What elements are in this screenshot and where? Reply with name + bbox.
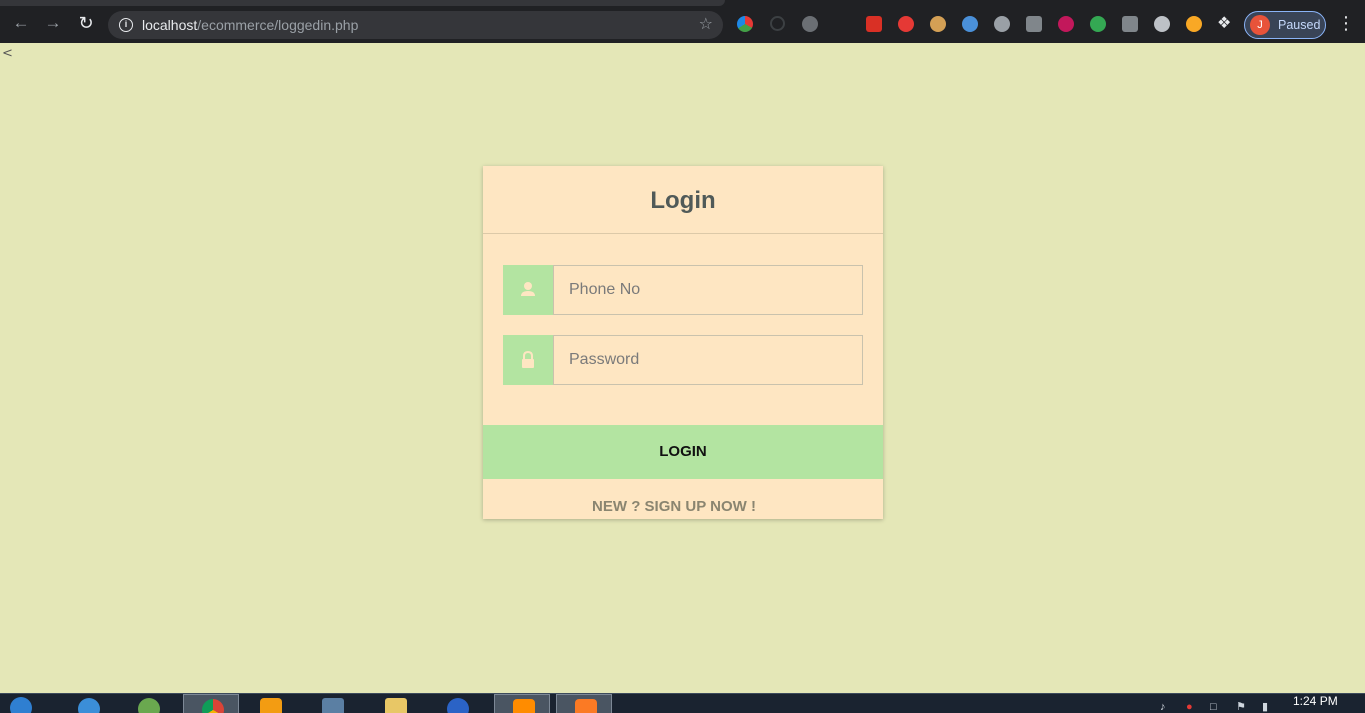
url-text[interactable]: localhost/ecommerce/loggedin.php — [142, 16, 358, 34]
gear-extension-icon[interactable] — [1154, 16, 1170, 32]
moon-c-extension-icon[interactable] — [994, 16, 1010, 32]
xampp-icon — [575, 699, 597, 713]
chrome-icon — [202, 699, 224, 713]
avatar: J — [1250, 15, 1270, 35]
url-path: /ecommerce/loggedin.php — [197, 17, 359, 33]
cookie-extension-icon[interactable] — [930, 16, 946, 32]
adblock-extension-icon[interactable] — [898, 16, 914, 32]
puzzle-icon[interactable]: ❖ — [1217, 14, 1231, 34]
user-icon — [503, 265, 554, 315]
reload-icon[interactable]: ↻ — [76, 13, 96, 33]
profile-status: Paused — [1278, 18, 1321, 32]
power-icon[interactable]: ▮ — [1262, 700, 1268, 713]
tab-strip — [0, 0, 725, 6]
stray-text: < — [2, 46, 13, 61]
video-extension-icon[interactable] — [866, 16, 882, 32]
globe-extension-icon[interactable] — [962, 16, 978, 32]
signup-link[interactable]: NEW ? SIGN UP NOW ! — [483, 497, 865, 517]
kebab-menu-icon[interactable]: ⋮ — [1337, 13, 1355, 33]
browser-toolbar: ← → ↻ i localhost/ecommerce/loggedin.php… — [0, 0, 1365, 43]
phone-field-group — [503, 265, 863, 315]
password-input[interactable] — [553, 335, 863, 385]
internet-explorer-icon[interactable] — [78, 698, 100, 713]
login-button[interactable]: LOGIN — [483, 425, 883, 479]
sublime-text-icon — [513, 699, 535, 713]
start-orb-icon[interactable] — [10, 697, 32, 713]
shield-extension-icon[interactable] — [1090, 16, 1106, 32]
page-title: Login — [483, 166, 883, 234]
yab-extension-icon[interactable] — [802, 16, 818, 32]
loading-extension-icon[interactable] — [770, 16, 785, 31]
address-bar[interactable]: i localhost/ecommerce/loggedin.php ☆ — [108, 11, 723, 39]
dark-mode-extension-icon[interactable] — [1058, 16, 1074, 32]
url-host: localhost — [142, 17, 198, 33]
star-icon[interactable]: ☆ — [699, 15, 713, 35]
back-arrow-icon[interactable]: ← — [11, 13, 31, 33]
search-app-icon[interactable] — [447, 698, 469, 713]
network-icon[interactable]: □ — [1210, 700, 1217, 713]
app-orange-icon[interactable] — [260, 698, 282, 713]
profile-button[interactable]: J Paused — [1244, 11, 1326, 39]
login-card: Login LOGIN NEW ? SIGN UP NOW ! — [483, 166, 883, 519]
taskbar-clock[interactable]: 1:24 PM — [1293, 694, 1338, 708]
info-icon[interactable]: i — [119, 18, 133, 32]
app-green-icon[interactable] — [138, 698, 160, 713]
flag-icon[interactable]: ⚑ — [1236, 700, 1246, 713]
password-field-group — [503, 335, 863, 385]
phone-input[interactable] — [553, 265, 863, 315]
volume-icon[interactable]: ♪ — [1160, 700, 1166, 713]
color-picker-extension-icon[interactable] — [737, 16, 753, 32]
taskbar-xampp[interactable] — [556, 694, 612, 713]
taskbar-chrome[interactable] — [183, 694, 239, 713]
taskbar: ♪ ● □ ⚑ ▮ 1:24 PM — [0, 693, 1365, 713]
antivirus-tray-icon[interactable]: ● — [1186, 700, 1193, 713]
taskbar-sublime[interactable] — [494, 694, 550, 713]
download-extension-icon[interactable] — [1026, 16, 1042, 32]
folder-icon[interactable] — [385, 698, 407, 713]
media-player-icon[interactable] — [322, 698, 344, 713]
lock-icon — [503, 335, 554, 385]
brave-shield-extension-icon[interactable] — [1186, 16, 1202, 32]
forward-arrow-icon[interactable]: → — [43, 13, 63, 33]
copy-extension-icon[interactable] — [1122, 16, 1138, 32]
